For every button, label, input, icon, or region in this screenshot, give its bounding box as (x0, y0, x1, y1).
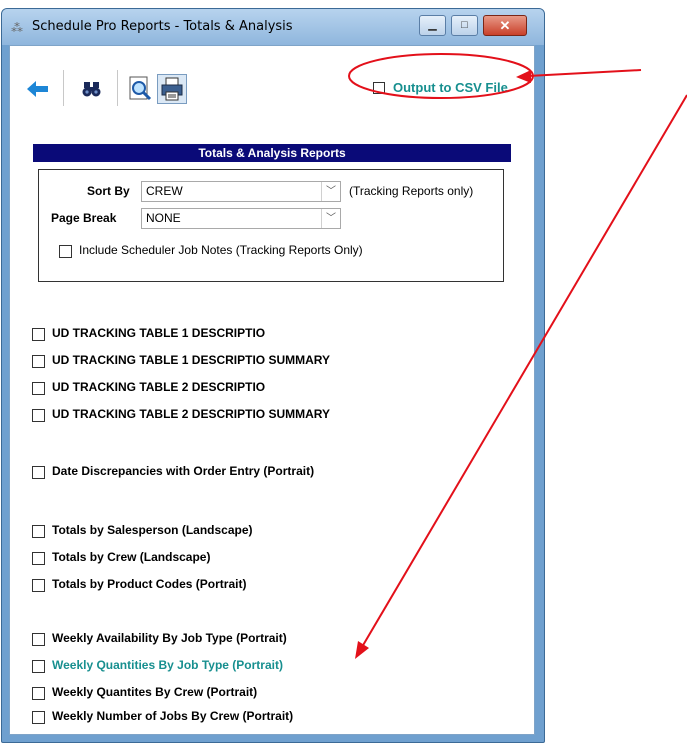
report-checkbox[interactable] (32, 633, 45, 646)
report-checkbox[interactable] (32, 355, 45, 368)
report-label: Date Discrepancies with Order Entry (Por… (52, 464, 315, 478)
toolbar-separator (117, 70, 118, 106)
report-window: ⁂ Schedule Pro Reports - Totals & Analys… (1, 8, 545, 743)
sort-by-label: Sort By (87, 184, 130, 198)
toolbar: Output to CSV File (23, 56, 523, 118)
report-checkbox[interactable] (32, 466, 45, 479)
minimize-button[interactable]: ▁ (419, 15, 446, 36)
report-checkbox[interactable] (32, 382, 45, 395)
close-button[interactable]: ✕ (483, 15, 527, 36)
include-notes-label: Include Scheduler Job Notes (Tracking Re… (79, 243, 363, 257)
csv-output-checkbox[interactable] (373, 82, 385, 94)
page-break-value: NONE (146, 211, 181, 225)
include-notes-option[interactable]: Include Scheduler Job Notes (Tracking Re… (59, 242, 479, 260)
report-checkbox[interactable] (32, 687, 45, 700)
sort-by-select[interactable]: CREW ﹀ (141, 181, 341, 202)
report-checkbox[interactable] (32, 711, 45, 724)
title-bar[interactable]: ⁂ Schedule Pro Reports - Totals & Analys… (2, 9, 544, 45)
report-label: UD TRACKING TABLE 1 DESCRIPTIO (52, 326, 266, 340)
report-checkbox[interactable] (32, 552, 45, 565)
chevron-down-icon[interactable]: ﹀ (321, 182, 340, 201)
binoculars-icon[interactable] (77, 74, 107, 104)
sort-by-note: (Tracking Reports only) (349, 184, 474, 198)
page-break-select[interactable]: NONE ﹀ (141, 208, 341, 229)
report-checkbox[interactable] (32, 328, 45, 341)
report-label: UD TRACKING TABLE 2 DESCRIPTIO SUMMARY (52, 407, 331, 421)
printer-icon[interactable] (157, 74, 187, 104)
report-checkbox[interactable] (32, 579, 45, 592)
report-label: Weekly Quantities By Job Type (Portrait) (52, 658, 283, 672)
client-area: Output to CSV File Totals & Analysis Rep… (9, 45, 535, 735)
maximize-button[interactable]: □ (451, 15, 478, 36)
print-preview-icon[interactable] (125, 74, 155, 104)
report-label: Totals by Product Codes (Portrait) (52, 577, 247, 591)
app-icon: ⁂ (11, 21, 23, 35)
toolbar-separator (63, 70, 64, 106)
page-break-label: Page Break (51, 211, 117, 225)
sort-by-value: CREW (146, 184, 183, 198)
report-checkbox[interactable] (32, 660, 45, 673)
section-title: Totals & Analysis Reports (33, 144, 511, 162)
report-label: UD TRACKING TABLE 1 DESCRIPTIO SUMMARY (52, 353, 331, 367)
report-label: UD TRACKING TABLE 2 DESCRIPTIO (52, 380, 266, 394)
include-notes-checkbox[interactable] (59, 245, 72, 258)
report-label: Weekly Availability By Job Type (Portrai… (52, 631, 287, 645)
report-checkbox[interactable] (32, 409, 45, 422)
report-label: Weekly Quantites By Crew (Portrait) (52, 685, 258, 699)
report-label: Weekly Number of Jobs By Crew (Portrait) (52, 709, 294, 723)
report-label: Totals by Salesperson (Landscape) (52, 523, 253, 537)
chevron-down-icon[interactable]: ﹀ (321, 209, 340, 228)
report-options-group: Sort By CREW ﹀ (Tracking Reports only) P… (38, 169, 504, 282)
csv-output-label: Output to CSV File (393, 80, 508, 95)
report-checkbox[interactable] (32, 525, 45, 538)
report-label: Totals by Crew (Landscape) (52, 550, 211, 564)
back-arrow-icon[interactable] (23, 74, 53, 104)
window-title: Schedule Pro Reports - Totals & Analysis (32, 19, 293, 34)
